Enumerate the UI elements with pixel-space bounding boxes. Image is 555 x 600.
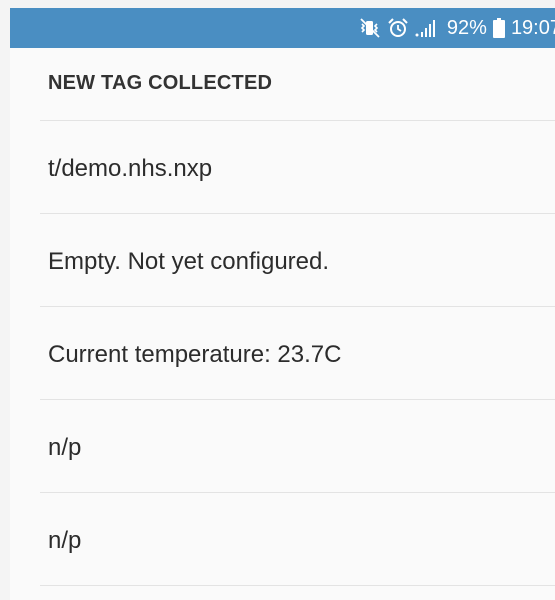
divider — [40, 399, 555, 400]
divider — [40, 492, 555, 493]
list-item-tag-id[interactable]: t/demo.nhs.nxp — [48, 155, 212, 183]
mute-vibrate-icon — [359, 18, 381, 38]
section-header: NEW TAG COLLECTED — [48, 72, 273, 94]
list-item-np-2[interactable]: n/p — [48, 527, 81, 555]
battery-icon — [492, 18, 505, 38]
status-icons: 92% 19:07 — [359, 8, 555, 48]
divider — [40, 585, 555, 586]
signal-icon — [415, 18, 441, 38]
divider — [40, 213, 555, 214]
list-item-temperature[interactable]: Current temperature: 23.7C — [48, 341, 341, 369]
tag-info-list: NEW TAG COLLECTED t/demo.nhs.nxp Empty. … — [10, 48, 555, 600]
battery-percent: 92% — [446, 16, 487, 39]
clock: 19:07 — [510, 16, 555, 39]
divider — [40, 306, 555, 307]
alarm-icon — [387, 18, 409, 38]
divider — [40, 120, 555, 121]
status-bar: 92% 19:07 — [10, 8, 555, 48]
list-item-np-1[interactable]: n/p — [48, 434, 81, 462]
list-item-config-status[interactable]: Empty. Not yet configured. — [48, 248, 329, 276]
